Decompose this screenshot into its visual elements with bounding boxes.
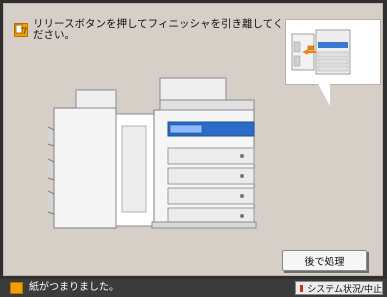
handle-later-button[interactable]: 後で処理 <box>282 250 369 273</box>
message-panel: リリースボタンを押してフィニッシャを引き離してください。 後で処理 <box>3 3 383 276</box>
paper-jam-icon <box>10 282 23 294</box>
system-status-label: システム状況/中止 <box>307 284 382 295</box>
system-status-cancel-button[interactable]: システム状況/中止 <box>295 281 383 295</box>
instruction-text: リリースボタンを押してフィニッシャを引き離してください。 <box>33 18 284 41</box>
callout-pointer <box>318 84 330 106</box>
paper-jam-icon <box>14 23 28 37</box>
copier-screen: リリースボタンを押してフィニッシャを引き離してください。 後で処理 紙がつまりま… <box>0 0 387 297</box>
status-message: 紙がつまりました。 <box>29 282 119 293</box>
system-status-indicator <box>300 284 304 292</box>
status-bar: 紙がつまりました。 システム状況/中止 <box>0 279 387 297</box>
copier-illustration <box>48 77 257 229</box>
finisher-zoom-callout <box>285 19 381 85</box>
